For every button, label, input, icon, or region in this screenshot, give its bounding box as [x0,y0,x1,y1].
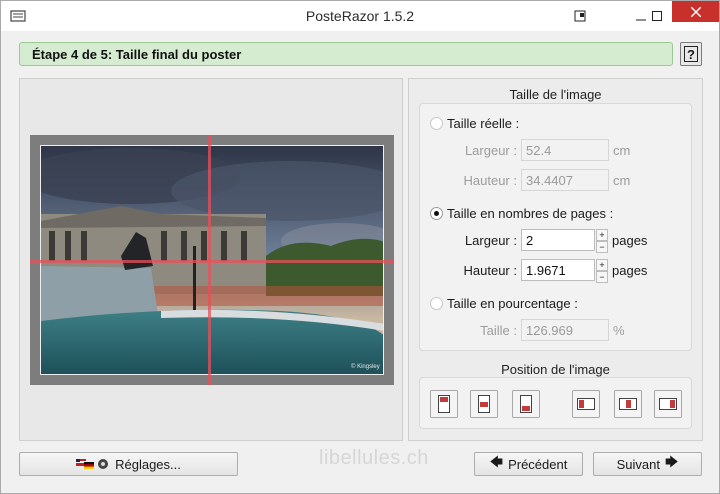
image-position-group [419,377,692,429]
settings-panel: Taille de l'image Taille réelle : Largeu… [408,78,703,441]
real-size-label: Taille réelle : [447,116,520,131]
real-height-field[interactable] [521,169,609,191]
pages-height-field[interactable] [521,259,595,281]
image-position-title: Position de l'image [501,362,610,377]
increment-icon[interactable]: + [596,259,608,271]
window-title: PosteRazor 1.5.2 [305,8,415,24]
title-bar: PosteRazor 1.5.2 [1,1,719,31]
compact-view-button[interactable] [567,1,593,31]
step-title: Étape 4 de 5: Taille final du poster [32,47,242,62]
pages-option[interactable]: Taille en nombres de pages : [430,206,613,221]
settings-label: Réglages... [115,456,181,472]
percent-row: Taille : % [459,319,625,341]
next-button[interactable]: Suivant 🡆 [593,452,702,476]
pages-width-field[interactable] [521,229,595,251]
percent-size-field[interactable] [521,319,609,341]
real-height-label: Hauteur : [463,172,517,188]
pages-width-label: Largeur : [464,232,517,248]
percent-radio[interactable] [430,297,443,310]
real-width-unit: cm [613,142,631,158]
pages-height-row: Hauteur : + − pages [459,259,648,283]
image-size-title: Taille de l'image [509,87,602,102]
position-left-button[interactable] [572,390,600,418]
app-window: PosteRazor 1.5.2 Étape 4 de 5: Taille fi… [0,0,720,494]
window-icon [574,10,586,22]
previous-label: Précédent [508,456,568,472]
real-height-row: Hauteur : cm [459,169,630,191]
page-cut-line-horizontal [30,260,394,263]
maximize-button[interactable] [642,1,672,31]
close-icon [690,6,701,17]
position-bottom-button[interactable] [512,390,540,418]
pages-width-spinner[interactable]: + − [596,229,608,253]
decrement-icon[interactable]: − [596,241,608,253]
percent-option[interactable]: Taille en pourcentage : [430,296,578,311]
pages-width-unit: pages [612,232,648,248]
pages-height-spinner[interactable]: + − [596,259,608,283]
previous-button[interactable]: 🡄 Précédent [474,452,583,476]
next-label: Suivant [616,456,660,472]
real-size-radio[interactable] [430,117,443,130]
arrow-right-icon: 🡆 [664,454,679,469]
decrement-icon[interactable]: − [596,271,608,283]
real-size-option[interactable]: Taille réelle : [430,116,519,131]
real-width-field[interactable] [521,139,609,161]
position-top-button[interactable] [430,390,458,418]
real-width-row: Largeur : cm [459,139,630,161]
help-button[interactable]: ? [680,42,702,66]
language-flags-icon [76,459,109,469]
pages-radio[interactable] [430,207,443,220]
real-width-label: Largeur : [464,142,517,158]
percent-unit: % [613,322,625,338]
settings-button[interactable]: Réglages... [19,452,238,476]
pages-height-label: Hauteur : [463,262,517,278]
position-right-button[interactable] [654,390,682,418]
watermark: libellules.ch [319,447,429,469]
pages-height-unit: pages [612,262,648,278]
maximize-icon [652,11,662,21]
real-height-unit: cm [613,172,631,188]
help-icon: ? [684,46,698,62]
poster-preview: © Kingsley [19,78,403,441]
position-center-button[interactable] [470,390,498,418]
poster-page-area: © Kingsley [30,135,394,385]
step-header: Étape 4 de 5: Taille final du poster [19,42,673,66]
increment-icon[interactable]: + [596,229,608,241]
percent-size-label: Taille : [480,322,517,338]
percent-label: Taille en pourcentage : [447,296,578,311]
position-middle-button[interactable] [614,390,642,418]
pages-label: Taille en nombres de pages : [447,206,614,221]
arrow-left-icon: 🡄 [489,454,504,469]
close-button[interactable] [672,1,719,22]
image-credit: © Kingsley [351,363,380,370]
pages-width-row: Largeur : + − pages [459,229,648,253]
